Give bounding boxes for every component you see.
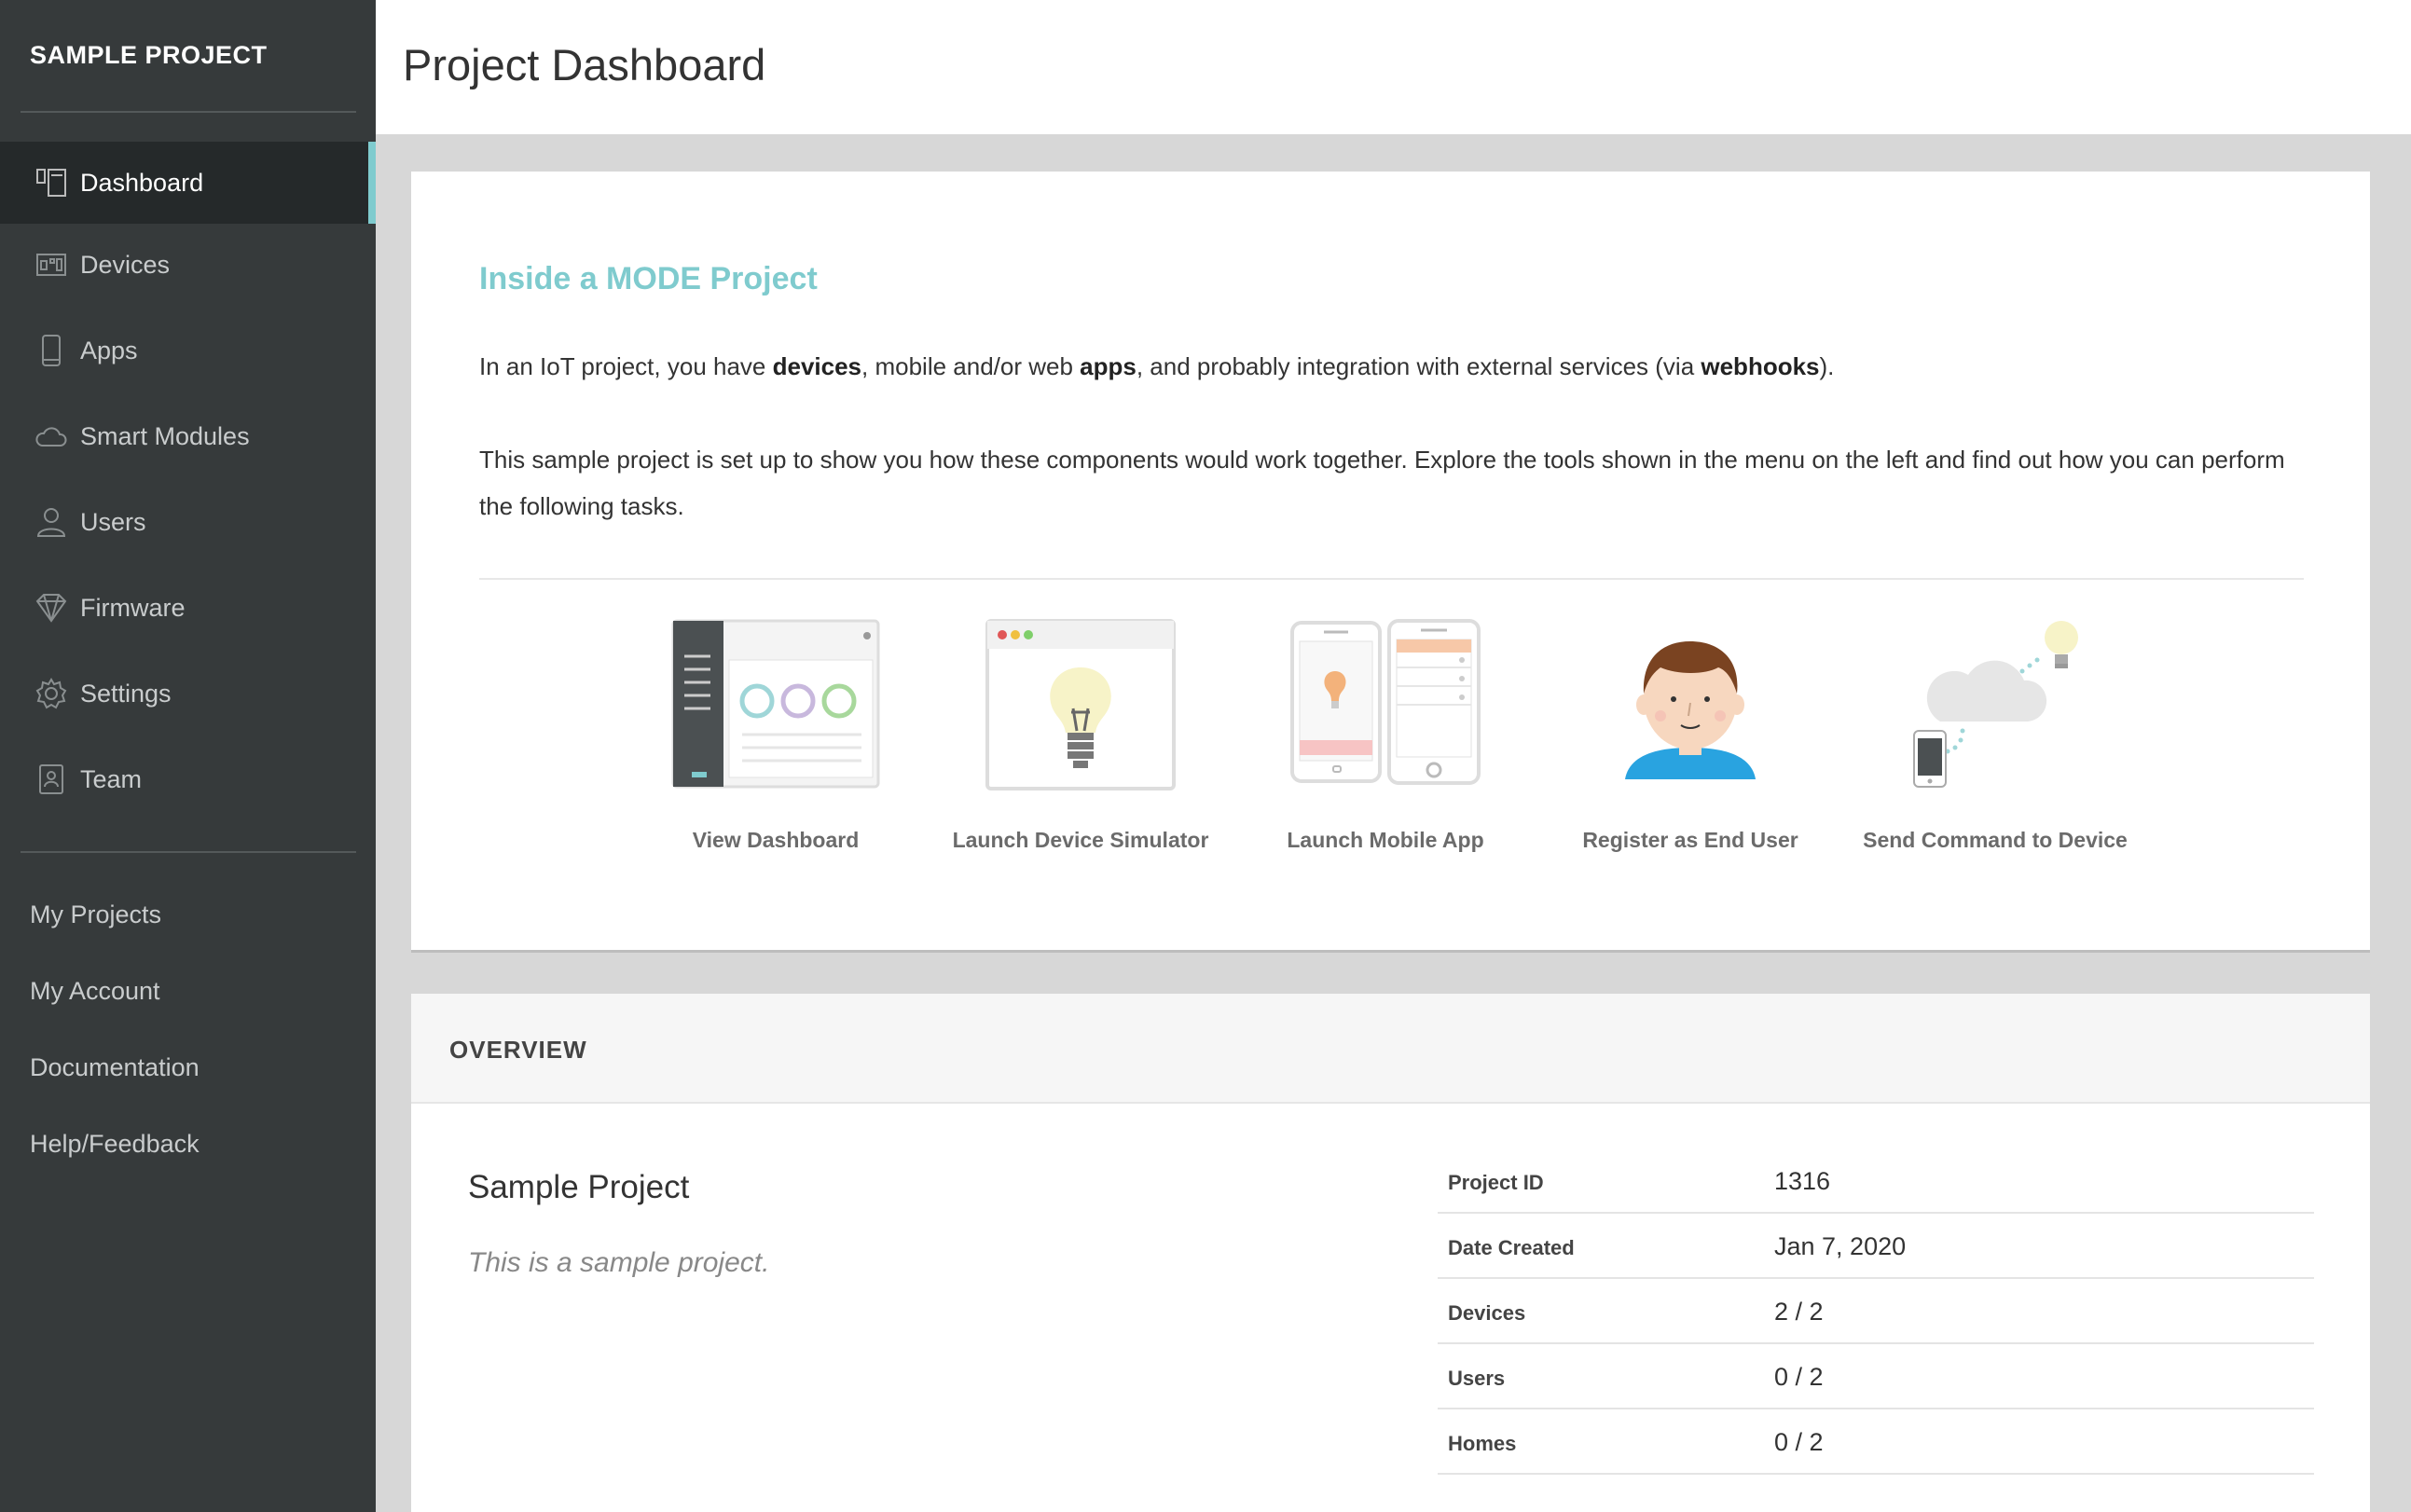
info-value: 0 / 2	[1774, 1363, 1824, 1391]
intro-heading: Inside a MODE Project	[479, 261, 818, 296]
my-projects-link[interactable]: My Projects	[30, 900, 161, 929]
user-icon	[34, 504, 69, 540]
sidebar-item-apps[interactable]: Apps	[0, 309, 376, 392]
info-key: Project ID	[1448, 1171, 1544, 1194]
gear-icon	[34, 676, 69, 711]
mobile-app-illustration-icon	[1290, 619, 1481, 785]
diamond-icon	[34, 590, 69, 625]
sidebar-item-label: Users	[80, 507, 146, 536]
info-value: Jan 7, 2020	[1774, 1232, 1907, 1260]
task-label: Launch Device Simulator	[952, 828, 1209, 852]
sidebar-item-label: Dashboard	[80, 168, 204, 197]
sidebar-item-label: Settings	[80, 679, 172, 708]
intro-card: Inside a MODE Project In an IoT project,…	[411, 172, 2370, 953]
phone-icon	[34, 333, 69, 368]
sidebar-item-team[interactable]: Team	[0, 738, 376, 820]
intro-paragraph-2: This sample project is set up to show yo…	[479, 446, 2285, 520]
help-feedback-link[interactable]: Help/Feedback	[30, 1130, 200, 1159]
table-row: Project ID 1316	[1438, 1148, 2314, 1214]
sidebar-divider	[21, 111, 356, 113]
overview-heading: OVERVIEW	[449, 1036, 587, 1064]
task-launch-device-simulator[interactable]: Launch Device Simulator	[945, 619, 1216, 853]
intro-bold-devices: devices	[772, 352, 862, 380]
sidebar-item-smart-modules[interactable]: Smart Modules	[0, 395, 376, 477]
intro-text: , and probably integration with external…	[1136, 352, 1701, 380]
lightbulb-illustration-icon	[985, 619, 1176, 790]
info-key: Date Created	[1448, 1236, 1575, 1259]
intro-bold-webhooks: webhooks	[1701, 352, 1820, 380]
sidebar-item-firmware[interactable]: Firmware	[0, 567, 376, 649]
info-value: 0 / 2	[1774, 1428, 1824, 1456]
my-account-link[interactable]: My Account	[30, 977, 160, 1006]
task-view-dashboard[interactable]: View Dashboard	[641, 619, 911, 853]
sidebar-item-label: Firmware	[80, 593, 186, 622]
project-title: SAMPLE PROJECT	[30, 41, 268, 69]
task-label: Register as End User	[1582, 828, 1798, 852]
sidebar-item-settings[interactable]: Settings	[0, 653, 376, 735]
task-label: Launch Mobile App	[1287, 828, 1484, 852]
sidebar-item-dashboard[interactable]: Dashboard	[0, 142, 376, 224]
task-send-command[interactable]: Send Command to Device	[1860, 619, 2130, 853]
badge-icon	[34, 762, 69, 797]
intro-text: In an IoT project, you have	[479, 352, 773, 380]
intro-bold-apps: apps	[1080, 352, 1137, 380]
intro-text: ).	[1819, 352, 1835, 380]
sidebar-item-users[interactable]: Users	[0, 481, 376, 563]
task-register-end-user[interactable]: Register as End User	[1555, 619, 1825, 853]
project-description: This is a sample project.	[468, 1247, 770, 1278]
info-key: Devices	[1448, 1301, 1526, 1325]
intro-text: , mobile and/or web	[861, 352, 1081, 380]
info-key: Users	[1448, 1367, 1506, 1390]
devices-icon	[34, 247, 69, 282]
sidebar-item-label: Devices	[80, 250, 171, 279]
dashboard-icon	[34, 165, 69, 200]
intro-divider	[479, 578, 2304, 580]
info-value: 1316	[1774, 1167, 1831, 1195]
task-label: View Dashboard	[692, 828, 860, 852]
sidebar-item-label: Apps	[80, 336, 138, 364]
table-row: Users 0 / 2	[1438, 1344, 2314, 1409]
table-row: Date Created Jan 7, 2020	[1438, 1214, 2314, 1279]
page-title: Project Dashboard	[403, 40, 766, 89]
sidebar-item-label: Smart Modules	[80, 421, 250, 450]
project-name: Sample Project	[468, 1169, 690, 1205]
task-label: Send Command to Device	[1863, 828, 2128, 852]
cloud-icon	[34, 419, 69, 454]
cloud-command-illustration-icon	[1913, 621, 2078, 788]
overview-header: OVERVIEW	[411, 994, 2370, 1104]
info-value: 2 / 2	[1774, 1298, 1824, 1326]
sidebar-item-label: Team	[80, 764, 143, 793]
table-row: Devices 2 / 2	[1438, 1279, 2314, 1344]
dashboard-illustration-icon	[671, 619, 880, 789]
sidebar: SAMPLE PROJECT Dashboard Devices Apps Sm…	[0, 0, 376, 1512]
person-illustration-icon	[1625, 641, 1756, 779]
overview-card: OVERVIEW Sample Project This is a sample…	[411, 994, 2370, 1512]
sidebar-item-devices[interactable]: Devices	[0, 224, 376, 306]
task-launch-mobile-app[interactable]: Launch Mobile App	[1250, 619, 1521, 853]
sidebar-divider	[21, 851, 356, 853]
project-info-table: Project ID 1316 Date Created Jan 7, 2020…	[1438, 1148, 2314, 1475]
page-header: Project Dashboard	[376, 0, 2411, 134]
table-row: Homes 0 / 2	[1438, 1409, 2314, 1475]
documentation-link[interactable]: Documentation	[30, 1053, 200, 1082]
intro-paragraph-1: In an IoT project, you have devices, mob…	[479, 343, 2307, 390]
info-key: Homes	[1448, 1432, 1517, 1455]
